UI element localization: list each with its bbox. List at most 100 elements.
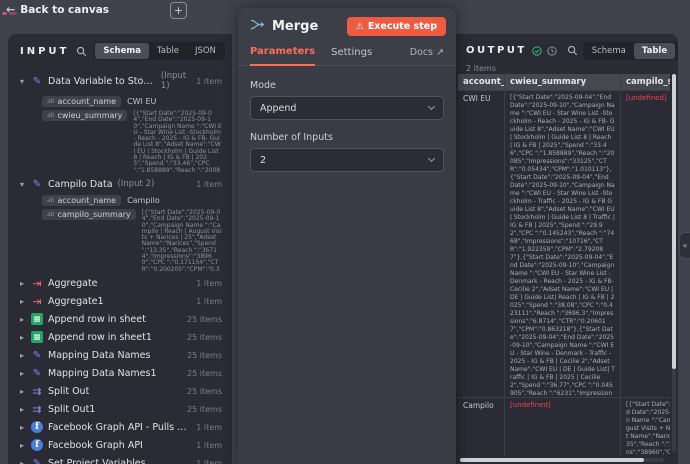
number-of-inputs-label: Number of Inputs (250, 132, 444, 143)
edit-fields-node-icon: ✎ (31, 367, 43, 379)
field-value-json: [{"Start Date":"2025-09-04","End Date":"… (133, 110, 222, 172)
split-out-node-icon: ⇉ (31, 403, 43, 415)
chevron-right-icon[interactable]: ▸ (18, 387, 26, 396)
field-chip-campilo-summary[interactable]: abcampilo_summary (42, 209, 136, 220)
input-item-mapping-data-names[interactable]: ▸ ✎ Mapping Data Names 25 items (8, 346, 232, 364)
field-value: Campilo (127, 195, 160, 205)
cell-cwieu-summary: [{"Start Date":"2025-09-04","End Date":"… (504, 91, 620, 397)
node-title: Merge (272, 19, 340, 34)
field-chip-cwieu-summary[interactable]: abcwieu_summary (42, 110, 127, 121)
input-item-count: 1 item (196, 180, 222, 189)
node-detail-panel: Merge ⚠ Execute step Parameters Settings… (238, 8, 456, 464)
plus-button[interactable]: + (170, 2, 187, 19)
warning-triangle-icon: ⚠ (356, 22, 364, 32)
google-sheets-icon (31, 331, 43, 343)
docs-link[interactable]: Docs ↗ (410, 47, 444, 65)
aggregate-node-icon: ⇥ (31, 277, 43, 289)
input-item-append-row-in-sheet1[interactable]: ▸ Append row in sheet1 25 items (8, 328, 232, 346)
chevron-down-icon (428, 103, 435, 110)
number-of-inputs-select[interactable]: 2 (250, 148, 444, 172)
output-tab-schema[interactable]: Schema (584, 43, 634, 59)
aggregate-node-icon: ⇥ (31, 295, 43, 307)
chevron-down-icon[interactable]: ▾ (18, 77, 26, 86)
input-item-split-out[interactable]: ▸ ⇉ Split Out 25 items (8, 382, 232, 400)
input-item-append-row-in-sheet[interactable]: ▸ Append row in sheet 25 items (8, 310, 232, 328)
merge-node-icon (250, 17, 265, 36)
input-item-facebook-graph-api[interactable]: ▸ f Facebook Graph API 1 item (8, 436, 232, 454)
field-value: CWI EU (127, 96, 156, 106)
input-item-aggregate[interactable]: ▸ ⇥ Aggregate 1 item (8, 274, 232, 292)
mode-label: Mode (250, 80, 444, 91)
output-table-header: account_name cwieu_summary campilo_summa… (458, 74, 670, 91)
search-icon[interactable] (76, 46, 87, 57)
chevron-right-icon[interactable]: ▸ (18, 459, 26, 464)
input-schema-tree: ▾ ✎ Data Variable to Store Data (Input 1… (8, 66, 232, 464)
output-view-tabs: Schema Table JSON (583, 42, 678, 60)
chevron-right-icon[interactable]: ▸ (18, 333, 26, 342)
edit-fields-node-icon: ✎ (31, 457, 43, 464)
column-header-account-name: account_name (458, 74, 504, 90)
field-chip-account-name[interactable]: abaccount_name (42, 96, 121, 107)
cell-campilo-summary-undefined: [undefined] (620, 91, 670, 397)
vertical-scrollbar[interactable] (672, 74, 676, 452)
chevron-right-icon[interactable]: ▸ (18, 351, 26, 360)
input-item-sub: (Input 2) (118, 179, 155, 189)
input-panel: INPUT Schema Table JSON ▾ ✎ Data Variabl… (8, 34, 232, 464)
execute-step-button[interactable]: ⚠ Execute step (347, 17, 446, 36)
string-type-icon: ab (47, 98, 55, 105)
column-header-cwieu-summary: cwieu_summary (504, 74, 620, 90)
facebook-icon: f (31, 439, 43, 451)
chevron-left-icon: « (683, 241, 688, 250)
output-panel-title: OUTPUT (466, 45, 527, 56)
cell-account-name: CWI EU (458, 91, 504, 397)
input-item-count: 1 item (196, 77, 222, 86)
input-item-data-variable[interactable]: ▾ ✎ Data Variable to Store Data (Input 1… (8, 68, 232, 94)
input-tab-json[interactable]: JSON (187, 43, 224, 59)
cell-campilo-summary: [{"Start Date":"2025-09-04","End Date":"… (620, 398, 670, 456)
field-chip-account-name[interactable]: abaccount_name (42, 195, 121, 206)
edit-fields-node-icon: ✎ (31, 75, 43, 87)
chevron-right-icon[interactable]: ▸ (18, 297, 26, 306)
edit-fields-node-icon: ✎ (31, 178, 43, 190)
input-item-split-out1[interactable]: ▸ ⇉ Split Out1 25 items (8, 400, 232, 418)
table-row: CWI EU [{"Start Date":"2025-09-04","End … (458, 91, 670, 398)
chevron-right-icon[interactable]: ▸ (18, 441, 26, 450)
tab-settings[interactable]: Settings (331, 47, 372, 65)
string-type-icon: ab (47, 112, 55, 119)
output-table: account_name cwieu_summary campilo_summa… (458, 74, 670, 456)
external-link-icon: ↗ (436, 47, 444, 58)
chevron-right-icon[interactable]: ▸ (18, 315, 26, 324)
google-sheets-icon (31, 313, 43, 325)
input-tab-schema[interactable]: Schema (95, 43, 149, 59)
input-item-aggregate1[interactable]: ▸ ⇥ Aggregate1 1 item (8, 292, 232, 310)
horizontal-scrollbar[interactable] (460, 458, 664, 462)
input-item-campilo-data[interactable]: ▾ ✎ Campilo Data (Input 2) 1 item (8, 175, 232, 193)
input-item-label: Data Variable to Store Data (48, 76, 156, 87)
output-tab-table[interactable]: Table (634, 43, 675, 59)
chevron-down-icon[interactable]: ▾ (18, 180, 26, 189)
chevron-right-icon[interactable]: ▸ (18, 423, 26, 432)
input-item-facebook-graph-api-pulls[interactable]: ▸ f Facebook Graph API - Pulls Metrics f… (8, 418, 232, 436)
search-icon[interactable] (567, 45, 578, 56)
chevron-right-icon[interactable]: ▸ (18, 279, 26, 288)
cell-cwieu-summary-undefined: [undefined] (504, 398, 620, 456)
mode-select[interactable]: Append (250, 96, 444, 120)
edit-fields-node-icon: ✎ (31, 349, 43, 361)
string-type-icon: ab (47, 211, 55, 218)
chevron-right-icon[interactable]: ▸ (18, 405, 26, 414)
input-item-sub: (Input 1) (161, 71, 191, 91)
input-tab-table[interactable]: Table (149, 43, 187, 59)
tab-parameters[interactable]: Parameters (250, 46, 315, 66)
table-row: Campilo [undefined] [{"Start Date":"2025… (458, 398, 670, 456)
input-panel-title: INPUT (20, 46, 69, 57)
facebook-icon: f (31, 421, 43, 433)
split-out-node-icon: ⇉ (31, 385, 43, 397)
assistant-flyout-tab[interactable]: « (679, 232, 690, 259)
field-value-json: [{"Start Date":"2025-09-04","End Date":"… (142, 209, 222, 271)
input-item-set-project-variables[interactable]: ▸ ✎ Set Project Variables 1 item (8, 454, 232, 464)
output-tab-json[interactable]: JSON (675, 43, 678, 59)
input-item-label: Campilo Data (48, 179, 113, 190)
cell-account-name: Campilo (458, 398, 504, 456)
input-item-mapping-data-names1[interactable]: ▸ ✎ Mapping Data Names1 25 items (8, 364, 232, 382)
chevron-right-icon[interactable]: ▸ (18, 369, 26, 378)
